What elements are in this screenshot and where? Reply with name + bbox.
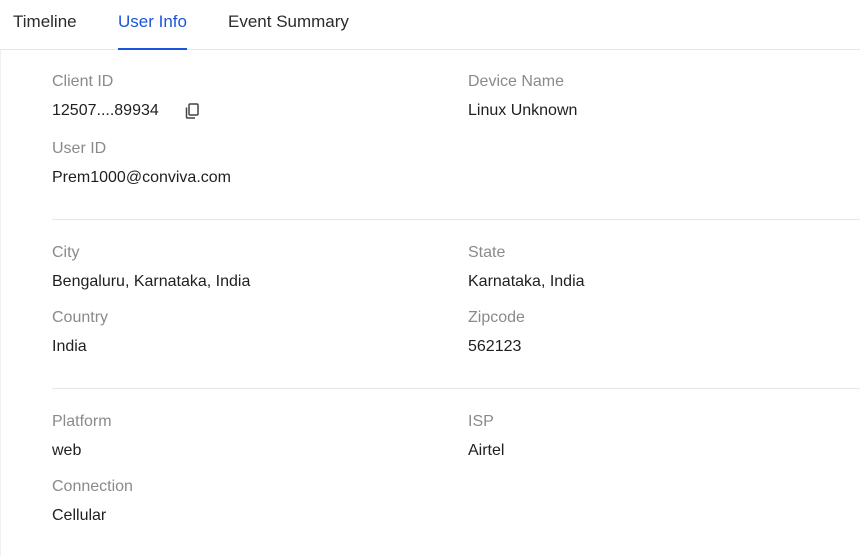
- field-label: Zipcode: [468, 309, 525, 326]
- tab-bar: Timeline User Info Event Summary: [0, 0, 860, 50]
- field-label: ISP: [468, 413, 494, 430]
- platform-value: web: [52, 442, 82, 459]
- tab-event-summary[interactable]: Event Summary: [228, 0, 349, 50]
- field-label: Client ID: [52, 73, 114, 90]
- city-value: Bengaluru, Karnataka, India: [52, 273, 251, 290]
- field-platform: Platform web: [52, 412, 112, 461]
- device-name-value: Linux Unknown: [468, 102, 578, 119]
- state-value: Karnataka, India: [468, 273, 585, 290]
- field-city: City Bengaluru, Karnataka, India: [52, 243, 250, 292]
- field-label: City: [52, 244, 80, 261]
- field-label: Device Name: [468, 73, 565, 90]
- field-client-id: Client ID 12507....89934: [52, 72, 201, 121]
- isp-value: Airtel: [468, 442, 505, 459]
- field-state: State Karnataka, India: [468, 243, 585, 292]
- country-value: India: [52, 338, 87, 355]
- field-country: Country India: [52, 308, 108, 357]
- field-label: State: [468, 244, 506, 261]
- section-divider: [52, 219, 860, 220]
- field-label: User ID: [52, 140, 107, 157]
- client-id-value: 12507....89934: [52, 102, 159, 119]
- tab-user-info[interactable]: User Info: [118, 0, 187, 50]
- field-user-id: User ID Prem1000@conviva.com: [52, 139, 231, 188]
- field-isp: ISP Airtel: [468, 412, 504, 461]
- field-device-name: Device Name Linux Unknown: [468, 72, 577, 121]
- field-label: Connection: [52, 478, 133, 495]
- field-connection: Connection Cellular: [52, 477, 133, 526]
- tab-timeline[interactable]: Timeline: [13, 0, 77, 50]
- section-divider: [52, 388, 860, 389]
- field-zipcode: Zipcode 562123: [468, 308, 525, 357]
- field-label: Platform: [52, 413, 112, 430]
- user-info-panel: Timeline User Info Event Summary Client …: [0, 0, 860, 556]
- user-id-value: Prem1000@conviva.com: [52, 169, 231, 186]
- panel-left-border: [0, 50, 1, 556]
- client-id-row: 12507....89934: [52, 101, 201, 121]
- zipcode-value: 562123: [468, 338, 522, 355]
- connection-value: Cellular: [52, 507, 107, 524]
- field-label: Country: [52, 309, 109, 326]
- copy-icon[interactable]: [183, 102, 201, 120]
